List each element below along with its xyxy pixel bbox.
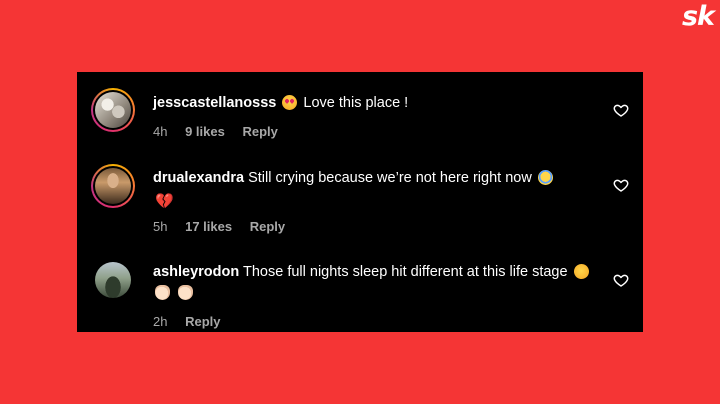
comments-panel: jesscastellanosss Love this place ! 4h 9…	[77, 72, 643, 332]
comment-time: 2h	[153, 314, 168, 329]
username[interactable]: ashleyrodon	[153, 264, 239, 280]
sportskeeda-logo: sk	[681, 1, 715, 32]
heart-eyes-emoji	[282, 95, 298, 110]
comment-body: Love this place !	[303, 95, 409, 111]
comment-meta: 2h Reply	[153, 314, 235, 330]
broken-heart-emoji: 💔	[155, 193, 174, 210]
clapping-hands-emoji	[178, 285, 194, 300]
comment-text: drualexandra Still crying because we’re …	[153, 168, 593, 210]
comment-text: ashleyrodon Those full nights sleep hit …	[153, 261, 593, 304]
username[interactable]: drualexandra	[153, 170, 244, 186]
likes-count[interactable]: 17 likes	[185, 219, 232, 234]
comment-meta: 4h 9 likes Reply	[153, 124, 292, 140]
heart-outline-icon[interactable]	[613, 177, 629, 193]
avatar[interactable]	[91, 88, 135, 132]
rofl-emoji	[570, 261, 592, 282]
comment-body: Still crying because we’re not here righ…	[248, 170, 532, 186]
heart-outline-icon[interactable]	[613, 102, 629, 118]
likes-count[interactable]: 9 likes	[185, 124, 225, 139]
username[interactable]: jesscastellanosss	[153, 95, 276, 111]
reply-button[interactable]: Reply	[185, 314, 220, 329]
clapping-hands-emoji	[155, 285, 170, 300]
comment-body: Those full nights sleep hit different at…	[243, 264, 568, 280]
comment-text: jesscastellanosss Love this place !	[153, 93, 593, 114]
heart-outline-icon[interactable]	[613, 272, 629, 288]
crying-face-emoji	[537, 170, 553, 185]
comment-time: 5h	[153, 219, 168, 234]
comment-meta: 5h 17 likes Reply	[153, 219, 299, 235]
reply-button[interactable]: Reply	[242, 124, 277, 139]
avatar[interactable]	[95, 262, 131, 298]
reply-button[interactable]: Reply	[250, 219, 285, 234]
avatar[interactable]	[91, 164, 135, 208]
comment-time: 4h	[153, 124, 168, 139]
